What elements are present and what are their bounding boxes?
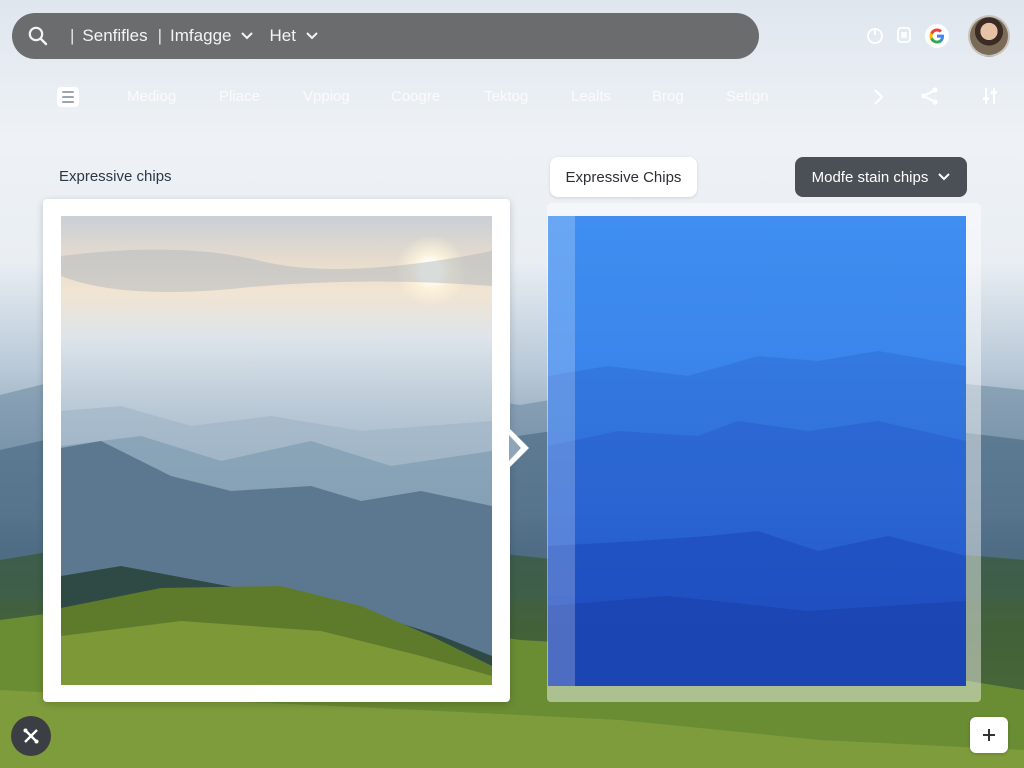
chevron-down-icon[interactable]: [306, 32, 318, 40]
photo-mountains: [61, 249, 492, 685]
search-separator: |: [70, 26, 75, 45]
chevron-down-icon[interactable]: [241, 32, 254, 40]
search-filter-other[interactable]: Het: [269, 26, 295, 46]
plus-icon: [983, 729, 995, 741]
blue-tinted-photo: [548, 216, 966, 686]
search-bar[interactable]: | Senfifles | Imfagge Het: [12, 13, 759, 59]
tablet-icon[interactable]: [893, 24, 915, 46]
power-icon[interactable]: [864, 24, 886, 46]
nav-item-setign[interactable]: Setign: [726, 86, 769, 108]
expressive-chips-chip[interactable]: Expressive Chips: [550, 157, 697, 197]
landscape-photo: [61, 216, 492, 685]
search-separator: |: [157, 26, 163, 45]
search-icon[interactable]: [16, 13, 60, 59]
category-nav: Mediog Pliace Vppiog Coogre Tektog Lealt…: [0, 86, 1024, 110]
chevron-down-icon: [938, 173, 951, 181]
add-button[interactable]: [970, 717, 1008, 753]
mode-style-chips-label: Modfe stain chips: [811, 168, 929, 186]
nav-item-lealts[interactable]: Lealts: [571, 86, 611, 108]
avatar[interactable]: [968, 15, 1010, 57]
tools-icon: [23, 728, 39, 744]
chevron-right-icon[interactable]: [872, 88, 884, 111]
nav-item-pliace[interactable]: Pliace: [219, 86, 260, 108]
nav-item-vppiog[interactable]: Vppiog: [303, 86, 350, 108]
tools-button[interactable]: [11, 716, 51, 756]
mode-style-chips-dropdown[interactable]: Modfe stain chips: [795, 157, 967, 197]
right-image-card[interactable]: [547, 203, 981, 702]
search-filter-image[interactable]: Imfagge: [170, 26, 231, 46]
compare-arrow-inner: [509, 435, 521, 461]
nav-item-brog[interactable]: Brog: [652, 86, 684, 108]
nav-item-coogre[interactable]: Coogre: [391, 86, 440, 108]
share-icon[interactable]: [920, 86, 940, 111]
tune-icon[interactable]: [980, 86, 1000, 111]
left-panel-label: Expressive chips: [59, 168, 172, 185]
blue-mountains: [548, 351, 966, 686]
left-image-card[interactable]: [43, 199, 510, 702]
nav-item-tektog[interactable]: Tektog: [484, 86, 528, 108]
search-query-primary[interactable]: Senfifles: [82, 26, 147, 46]
blue-overlay-edge: [548, 216, 575, 686]
google-icon[interactable]: [925, 24, 949, 48]
nav-item-mediog[interactable]: Mediog: [127, 86, 176, 108]
